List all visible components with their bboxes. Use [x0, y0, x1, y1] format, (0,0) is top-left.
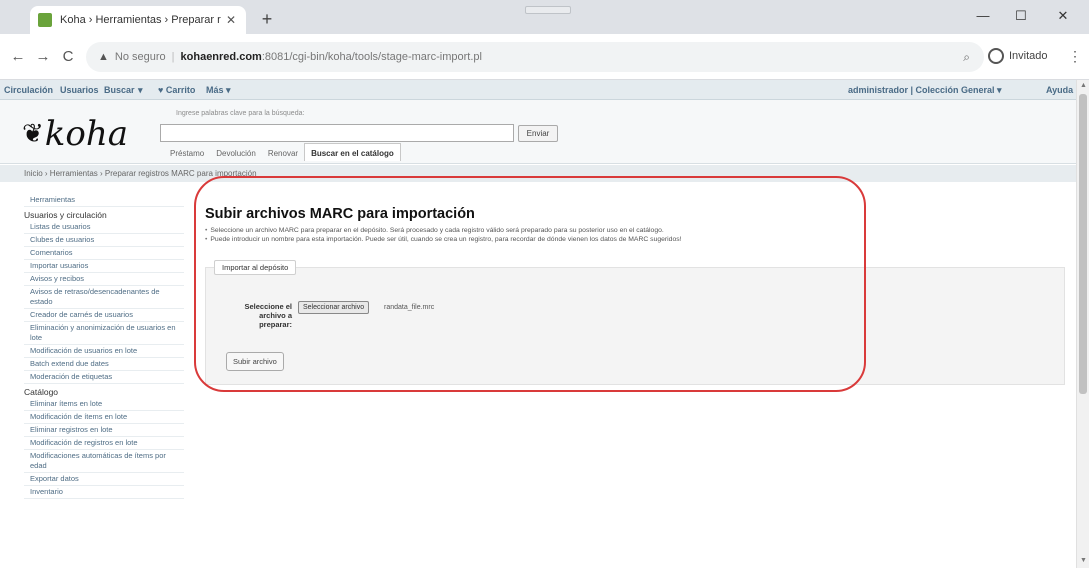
browser-tabstrip: Koha › Herramientas › Preparar r ✕ + — ☐… — [0, 0, 1089, 34]
tab-title: Koha › Herramientas › Preparar r — [60, 14, 221, 26]
scroll-up-icon[interactable]: ▲ — [1080, 82, 1087, 89]
page-title: Subir archivos MARC para importación — [205, 206, 475, 222]
sidebar-item[interactable]: Eliminación y anonimización de usuarios … — [24, 322, 184, 345]
profile-button[interactable]: Invitado — [988, 48, 1048, 64]
insecure-label: No seguro — [114, 51, 166, 63]
sidebar-item[interactable]: Comentarios — [24, 247, 184, 260]
nav-usuarios[interactable]: Usuarios — [60, 85, 99, 95]
sidebar-item[interactable]: Modificación de registros en lote — [24, 437, 184, 450]
selected-file-name: randata_file.mrc — [384, 304, 435, 311]
url-path: :8081/cgi-bin/koha/tools/stage-marc-impo… — [261, 51, 482, 63]
reload-icon[interactable]: C — [59, 48, 77, 66]
fieldset-legend: Importar al depósito — [214, 260, 297, 275]
tab-prestamo[interactable]: Préstamo — [164, 146, 210, 161]
minimize-button[interactable]: — — [966, 6, 1000, 26]
sidebar-item[interactable]: Batch extend due dates — [24, 358, 184, 371]
window-drag-handle[interactable] — [525, 6, 571, 14]
koha-logo-text: koha — [44, 114, 129, 154]
scroll-thumb[interactable] — [1079, 94, 1087, 394]
sidebar-item-herramientas[interactable]: Herramientas — [24, 194, 184, 207]
search-submit-button[interactable]: Enviar — [518, 125, 558, 142]
tab-close-icon[interactable]: ✕ — [224, 13, 238, 27]
sidebar-item[interactable]: Avisos y recibos — [24, 273, 184, 286]
scroll-down-icon[interactable]: ▼ — [1080, 557, 1087, 564]
tab-renovar[interactable]: Renovar — [262, 146, 304, 161]
nav-help[interactable]: Ayuda — [1046, 85, 1073, 95]
koha-logo[interactable]: ❦ koha — [22, 114, 128, 154]
sidebar-item[interactable]: Modificación de ítems en lote — [24, 411, 184, 424]
sidebar-item[interactable]: Clubes de usuarios — [24, 234, 184, 247]
insecure-warning-icon: ▲ — [98, 51, 109, 63]
page-scrollbar[interactable]: ▲ ▼ — [1076, 80, 1089, 568]
profile-icon — [988, 48, 1004, 64]
sidebar-item[interactable]: Importar usuarios — [24, 260, 184, 273]
tools-sidebar: Herramientas Usuarios y circulación List… — [24, 194, 184, 499]
koha-favicon-icon — [38, 13, 52, 27]
browser-menu-icon[interactable]: ⋮ — [1068, 48, 1082, 65]
browser-tab[interactable]: Koha › Herramientas › Preparar r ✕ — [30, 6, 246, 34]
sidebar-item[interactable]: Moderación de etiquetas — [24, 371, 184, 384]
nav-circulacion[interactable]: Circulación — [4, 85, 53, 95]
instruction-item: Seleccione un archivo MARC para preparar… — [205, 226, 1065, 235]
choose-file-button[interactable]: Seleccionar archivo — [298, 301, 370, 314]
sidebar-item[interactable]: Avisos de retraso/desencadenantes de est… — [24, 286, 184, 309]
sidebar-item[interactable]: Modificación de usuarios en lote — [24, 345, 184, 358]
nav-buscar[interactable]: Buscar — [104, 85, 135, 95]
koha-top-nav: Circulación Usuarios Buscar ▾ ♥ Carrito … — [0, 80, 1076, 100]
import-fieldset: Importar al depósito Seleccione el archi… — [205, 260, 1065, 385]
upload-file-button[interactable]: Subir archivo — [226, 352, 284, 371]
tab-devolucion[interactable]: Devolución — [210, 146, 262, 161]
back-icon[interactable]: ← — [9, 48, 27, 66]
forward-icon[interactable]: → — [34, 48, 52, 66]
sidebar-item[interactable]: Eliminar registros en lote — [24, 424, 184, 437]
sidebar-item[interactable]: Modificaciones automáticas de ítems por … — [24, 450, 184, 473]
sidebar-group-title: Catálogo — [24, 387, 59, 397]
nav-buscar-dropdown[interactable]: ▾ — [138, 85, 143, 96]
koha-header: ❦ koha Ingrese palabras clave para la bú… — [0, 100, 1076, 164]
file-select-label: Seleccione el archivo a preparar: — [244, 302, 292, 329]
nav-user-branch[interactable]: administrador | Colección General ▾ — [848, 85, 1002, 96]
new-tab-button[interactable]: + — [256, 9, 278, 31]
sidebar-item[interactable]: Eliminar ítems en lote — [24, 398, 184, 411]
browser-toolbar: ← → C ▲ No seguro | kohaenred.com :8081/… — [0, 34, 1089, 80]
close-window-button[interactable]: ✕ — [1046, 6, 1080, 26]
search-tabs: Préstamo Devolución Renovar Buscar en el… — [164, 143, 401, 161]
address-bar[interactable]: ▲ No seguro | kohaenred.com :8081/cgi-bi… — [86, 42, 984, 72]
main-content: Subir archivos MARC para importación Sel… — [205, 206, 1065, 385]
tab-buscar-catalogo[interactable]: Buscar en el catálogo — [304, 143, 401, 161]
nav-carrito[interactable]: ♥ Carrito — [158, 85, 195, 95]
maximize-button[interactable]: ☐ — [1004, 6, 1038, 26]
sidebar-item[interactable]: Creador de carnés de usuarios — [24, 309, 184, 322]
koha-leaf-icon: ❦ — [22, 119, 44, 149]
url-host: kohaenred.com — [180, 51, 262, 63]
sidebar-item[interactable]: Exportar datos — [24, 473, 184, 486]
instruction-item: Puede introducir un nombre para esta imp… — [205, 235, 1065, 244]
breadcrumb: Inicio › Herramientas › Preparar registr… — [0, 165, 1076, 182]
instructions-list: Seleccione un archivo MARC para preparar… — [205, 226, 1065, 244]
search-hint: Ingrese palabras clave para la búsqueda: — [176, 110, 305, 117]
koha-page: Circulación Usuarios Buscar ▾ ♥ Carrito … — [0, 80, 1076, 568]
url-separator: | — [171, 51, 175, 63]
search-zoom-icon[interactable]: ⌕ — [963, 50, 970, 65]
sidebar-item[interactable]: Listas de usuarios — [24, 221, 184, 234]
sidebar-item[interactable]: Inventario — [24, 486, 184, 499]
profile-label: Invitado — [1009, 50, 1048, 62]
nav-mas[interactable]: Más ▾ — [206, 85, 231, 96]
sidebar-group-title: Usuarios y circulación — [24, 210, 107, 220]
catalog-search-input[interactable] — [160, 124, 514, 142]
